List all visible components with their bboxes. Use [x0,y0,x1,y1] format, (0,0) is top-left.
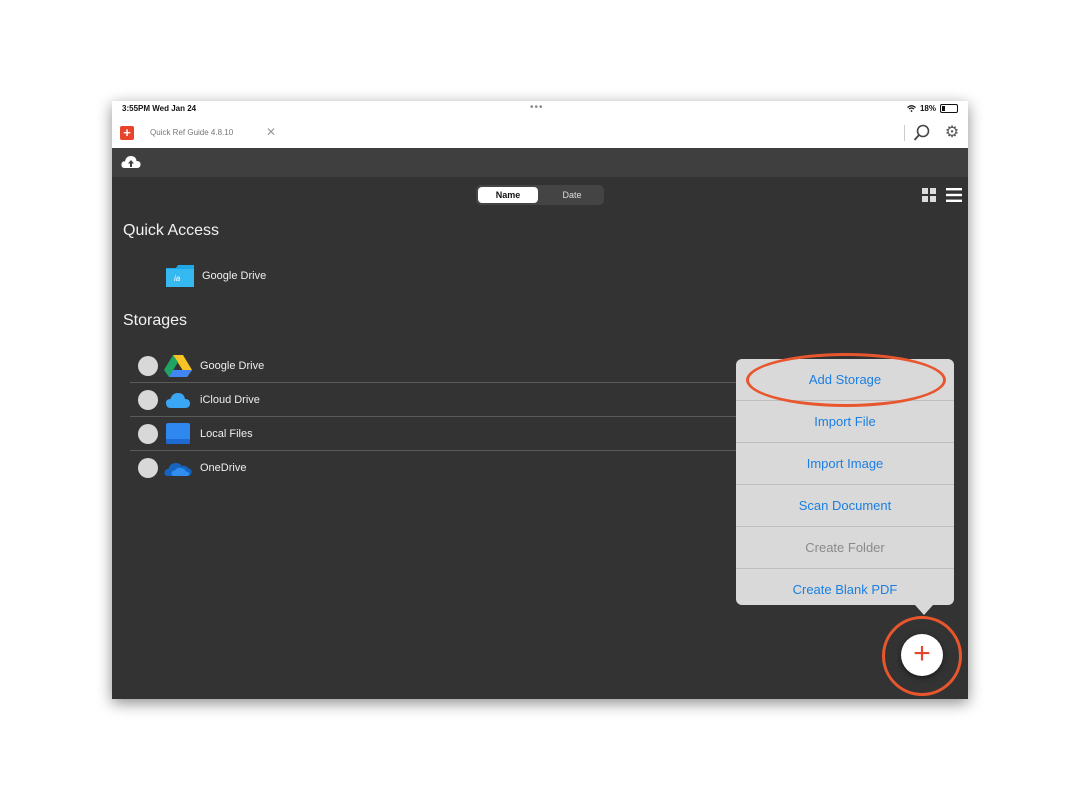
create-folder-menu-item: Create Folder [736,527,954,569]
storage-label: OneDrive [200,461,247,474]
status-bar: 3:55PM Wed Jan 24 ••• 18% [112,101,968,118]
sort-by-name-button[interactable]: Name [478,187,538,203]
svg-text:ia: ia [174,274,181,283]
quick-access-item-label: Google Drive [202,270,267,282]
add-button[interactable]: + [901,634,943,676]
local-files-icon [164,422,192,445]
status-indicators: 18% [907,104,958,113]
storage-label: Google Drive [200,359,265,372]
close-tab-icon[interactable]: ✕ [266,125,276,139]
google-drive-folder-icon: ia [166,265,194,287]
icloud-icon [164,389,192,411]
storage-label: iCloud Drive [200,393,260,406]
search-icon[interactable] [912,123,932,143]
storage-row-onedrive[interactable]: OneDrive [130,451,770,484]
add-storage-menu-item[interactable]: Add Storage [736,359,954,401]
import-image-menu-item[interactable]: Import Image [736,443,954,485]
selection-radio[interactable] [138,355,158,376]
storage-list: Google Drive iCloud Drive Local Files On… [130,349,770,484]
quick-access-item[interactable]: ia Google Drive [166,265,266,287]
document-tab-title[interactable]: Quick Ref Guide 4.8.10 [150,128,233,137]
add-menu-popover: Add Storage Import File Import Image Sca… [736,359,954,605]
app-logo-icon: + [120,126,134,140]
divider [904,125,905,141]
grid-view-icon[interactable] [922,188,936,202]
storage-row-icloud-drive[interactable]: iCloud Drive [130,383,770,417]
scan-document-menu-item[interactable]: Scan Document [736,485,954,527]
status-time: 3:55PM Wed Jan 24 [122,104,197,113]
gear-icon[interactable]: ⚙ [942,123,962,143]
list-view-icon[interactable] [946,188,962,202]
storage-label: Local Files [200,427,253,440]
cloud-upload-icon[interactable] [120,154,142,170]
google-drive-icon [164,354,192,377]
quick-access-heading: Quick Access [123,222,220,239]
multitask-dots[interactable]: ••• [530,102,544,113]
storage-toolbar [112,148,968,177]
sort-by-date-button[interactable]: Date [542,187,602,203]
selection-radio[interactable] [138,389,158,410]
onedrive-icon [164,457,192,479]
create-blank-pdf-menu-item[interactable]: Create Blank PDF [736,569,954,610]
storage-row-local-files[interactable]: Local Files [130,417,770,451]
selection-radio[interactable] [138,423,158,444]
document-tab-bar: + Quick Ref Guide 4.8.10 ✕ ⚙ [112,118,968,149]
selection-radio[interactable] [138,457,158,478]
import-file-menu-item[interactable]: Import File [736,401,954,443]
storages-heading: Storages [123,312,188,329]
sort-segmented-control: Name Date [476,185,604,205]
popover-arrow [915,605,933,615]
battery-icon [940,104,958,113]
battery-percent: 18% [919,104,936,113]
wifi-icon [907,105,916,112]
storage-row-google-drive[interactable]: Google Drive [130,349,770,383]
